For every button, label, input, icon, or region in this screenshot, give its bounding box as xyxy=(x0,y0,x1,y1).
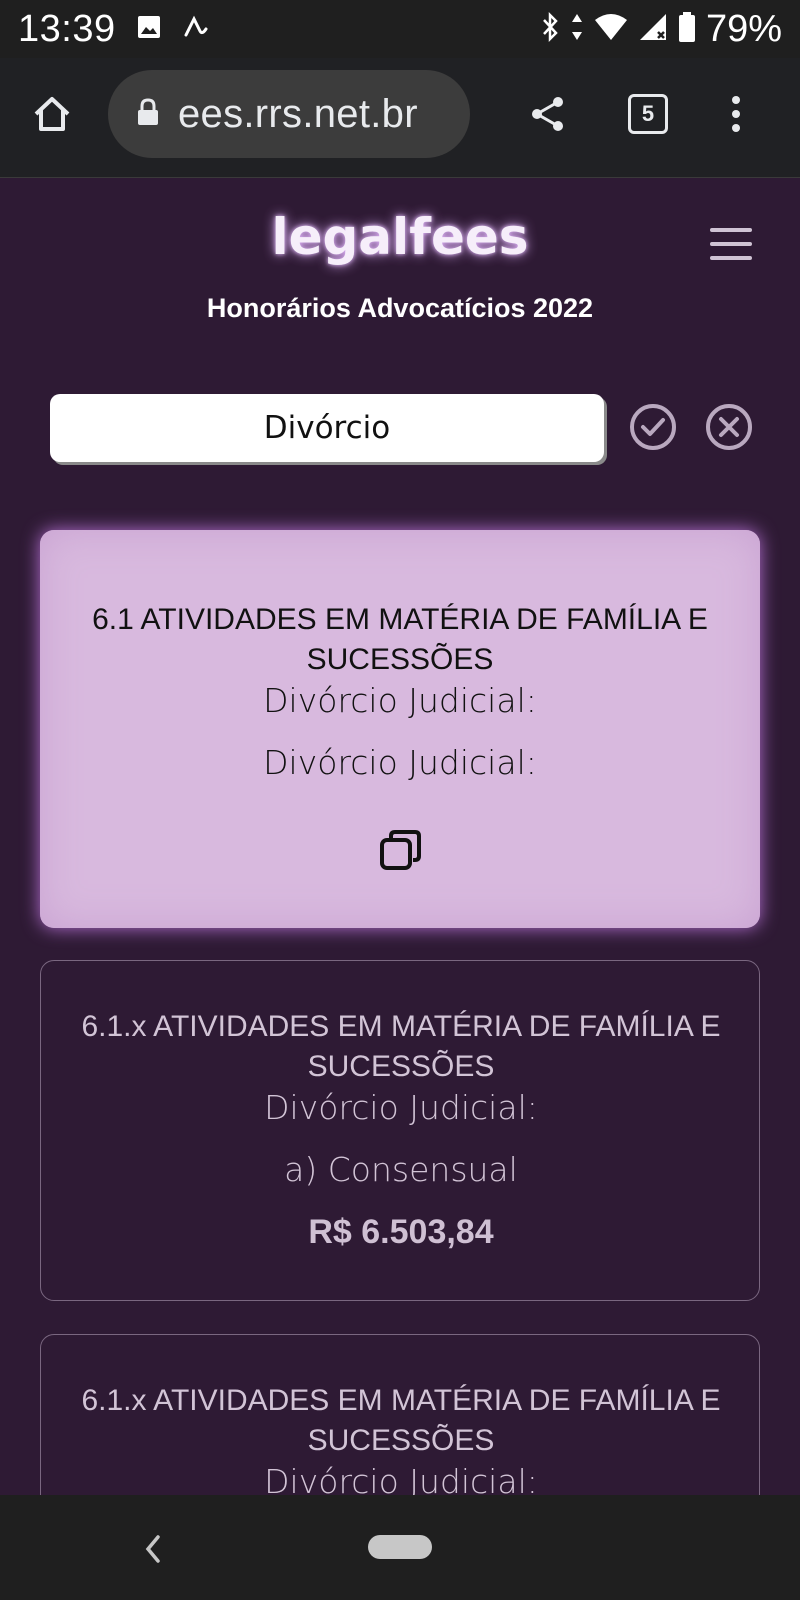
status-bar: 13:39 79% xyxy=(0,0,800,58)
site-header: legalfees Honorários Advocatícios 2022 xyxy=(0,178,800,358)
bluetooth-icon xyxy=(540,11,560,48)
app-icon xyxy=(182,13,210,45)
system-nav-bar xyxy=(0,1495,800,1600)
card-title: 6.1.x ATIVIDADES EM MATÉRIA DE FAMÍLIA E… xyxy=(81,1384,721,1457)
url-text: ees.rrs.net.br xyxy=(178,91,418,136)
confirm-button[interactable] xyxy=(628,402,678,452)
card-detail: Divórcio Judicial: xyxy=(263,743,537,782)
signal-icon xyxy=(638,12,668,47)
battery-icon xyxy=(678,11,696,48)
close-circle-icon xyxy=(706,404,752,450)
data-icon xyxy=(570,12,584,47)
address-bar[interactable]: ees.rrs.net.br xyxy=(108,70,470,158)
page-subtitle: Honorários Advocatícios 2022 xyxy=(206,293,594,323)
lock-icon xyxy=(136,97,160,131)
fee-card[interactable]: 6.1.x ATIVIDADES EM MATÉRIA DE FAMÍLIA E… xyxy=(40,960,760,1301)
back-icon[interactable] xyxy=(138,1529,168,1569)
search-input[interactable] xyxy=(50,394,604,462)
browser-toolbar: ees.rrs.net.br 5 xyxy=(0,58,800,178)
clear-button[interactable] xyxy=(704,402,754,452)
overflow-menu-icon[interactable] xyxy=(708,86,764,142)
wifi-icon xyxy=(594,12,628,47)
copy-icon[interactable] xyxy=(378,828,424,874)
home-icon[interactable] xyxy=(24,86,80,142)
card-subtitle: Divórcio Judicial: xyxy=(264,1088,538,1127)
share-icon[interactable] xyxy=(520,86,576,142)
card-subtitle: Divórcio Judicial: xyxy=(263,681,537,720)
fee-card-active[interactable]: 6.1 ATIVIDADES EM MATÉRIA DE FAMÍLIA E S… xyxy=(40,530,760,928)
status-time: 13:39 xyxy=(18,7,116,50)
tab-switcher-button[interactable]: 5 xyxy=(620,86,676,142)
tab-count: 5 xyxy=(628,94,668,134)
brand-logo[interactable]: legalfees xyxy=(0,208,800,266)
home-pill[interactable] xyxy=(368,1535,432,1559)
search-row xyxy=(50,394,752,464)
card-title: 6.1.x ATIVIDADES EM MATÉRIA DE FAMÍLIA E… xyxy=(81,1010,721,1083)
card-detail: a) Consensual xyxy=(284,1150,518,1189)
card-price: R$ 6.503,84 xyxy=(308,1213,494,1251)
check-circle-icon xyxy=(630,404,676,450)
hamburger-menu-icon[interactable] xyxy=(708,224,754,264)
battery-percent: 79% xyxy=(705,7,782,50)
image-icon xyxy=(136,14,162,44)
card-title: 6.1 ATIVIDADES EM MATÉRIA DE FAMÍLIA E S… xyxy=(92,603,708,676)
